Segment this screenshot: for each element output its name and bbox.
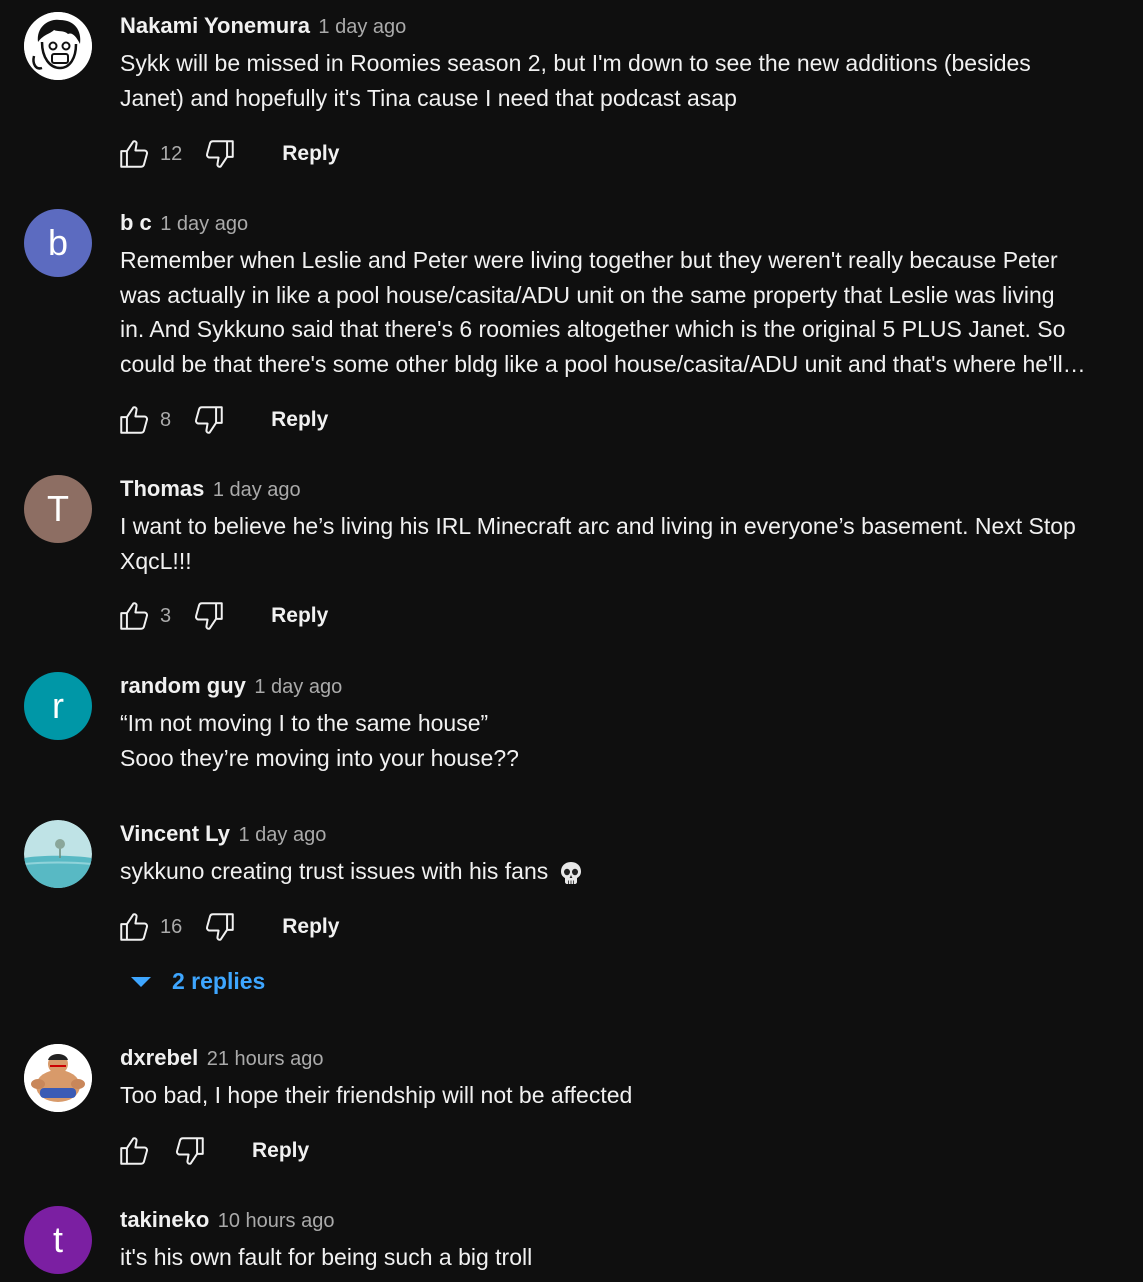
comment-text-line: Remember when Leslie and Peter were livi… xyxy=(120,247,1058,273)
thumbs-down-icon[interactable] xyxy=(202,909,238,945)
avatar[interactable]: T xyxy=(24,475,92,543)
avatar[interactable]: b xyxy=(24,209,92,277)
comment-text-line: XqcL!!! xyxy=(120,547,192,574)
comment-actions: 3 Reply xyxy=(116,596,328,636)
comment-text-line: Janet) and hopefully it's Tina cause I n… xyxy=(120,84,737,111)
comment-timestamp[interactable]: 1 day ago xyxy=(160,213,248,235)
reply-button[interactable]: Reply xyxy=(282,915,339,939)
avatar[interactable]: t xyxy=(24,1206,92,1274)
comment-author[interactable]: random guy xyxy=(120,673,246,698)
like-count: 3 xyxy=(160,604,172,627)
comment-timestamp[interactable]: 1 day ago xyxy=(239,824,327,846)
reply-button[interactable]: Reply xyxy=(271,604,328,628)
comment-text-line: Sykk will be missed in Roomies season 2,… xyxy=(120,50,1031,76)
comment-timestamp[interactable]: 10 hours ago xyxy=(218,1210,335,1232)
comment-actions: 8 Reply xyxy=(116,400,328,440)
skull-emoji-icon xyxy=(561,861,582,884)
thumbs-down-icon[interactable] xyxy=(191,402,227,438)
comment-text: sykkuno creating trust issues with his f… xyxy=(120,854,1125,889)
reply-button[interactable]: Reply xyxy=(271,408,328,432)
avatar-letter: b xyxy=(47,222,69,263)
comment-timestamp[interactable]: 1 day ago xyxy=(318,16,406,38)
thumbs-up-icon[interactable] xyxy=(116,598,152,634)
thumbs-up-icon[interactable] xyxy=(116,1133,152,1169)
comment-timestamp[interactable]: 1 day ago xyxy=(213,479,301,501)
comment-text-line: I want to believe he’s living his IRL Mi… xyxy=(120,513,1076,539)
avatar[interactable] xyxy=(24,1044,92,1112)
avatar-letter: r xyxy=(52,685,64,726)
like-count: 16 xyxy=(160,915,183,938)
comment-text-line: Sooo they’re moving into your house?? xyxy=(120,744,519,771)
reply-button[interactable]: Reply xyxy=(252,1139,309,1163)
comment-author[interactable]: Vincent Ly xyxy=(120,821,230,846)
comment-text-line: sykkuno creating trust issues with his f… xyxy=(120,854,1125,889)
avatar-letter: t xyxy=(52,1219,63,1260)
avatar-letter: T xyxy=(47,488,69,529)
comment-text: Remember when Leslie and Peter were livi… xyxy=(120,243,1125,381)
comment-author[interactable]: Nakami Yonemura xyxy=(120,13,310,38)
comment-text-content: sykkuno creating trust issues with his f… xyxy=(120,858,549,884)
replies-count-label: 2 replies xyxy=(172,968,266,994)
comment-author[interactable]: Thomas xyxy=(120,476,204,501)
comment-text-line: it's his own fault for being such a big … xyxy=(120,1244,533,1270)
comment-text: I want to believe he’s living his IRL Mi… xyxy=(120,509,1125,578)
like-count: 12 xyxy=(160,142,183,165)
avatar-drawing xyxy=(24,12,92,80)
comment-text-line: “Im not moving I to the same house” xyxy=(120,710,489,736)
avatar-drawing xyxy=(24,820,92,888)
thumbs-up-icon[interactable] xyxy=(116,402,152,438)
avatar[interactable] xyxy=(24,12,92,80)
comment-actions: 16 Reply xyxy=(116,907,339,947)
comment-author[interactable]: b c xyxy=(120,210,152,235)
avatar-drawing xyxy=(24,1044,92,1112)
caret-down-icon xyxy=(131,976,151,987)
show-replies-button[interactable]: 2 replies xyxy=(130,968,265,995)
comment-text: Sykk will be missed in Roomies season 2,… xyxy=(120,46,1125,115)
comment-text-line: was actually in like a pool house/casita… xyxy=(120,281,1055,308)
comment-text: “Im not moving I to the same house” Sooo… xyxy=(120,706,1125,775)
comment-text: it's his own fault for being such a big … xyxy=(120,1240,1125,1275)
like-count: 8 xyxy=(160,408,172,431)
thumbs-down-icon[interactable] xyxy=(172,1133,208,1169)
thumbs-down-icon[interactable] xyxy=(202,136,238,172)
avatar[interactable]: r xyxy=(24,672,92,740)
thumbs-up-icon[interactable] xyxy=(116,136,152,172)
comment-text-line: in. And Sykkuno said that there's 6 room… xyxy=(120,316,1066,342)
reply-button[interactable]: Reply xyxy=(282,142,339,166)
comment-timestamp[interactable]: 1 day ago xyxy=(254,676,342,698)
comment-text-line: could be that there's some other bldg li… xyxy=(120,350,1086,377)
comment-text: Too bad, I hope their friendship will no… xyxy=(120,1078,1125,1113)
thumbs-down-icon[interactable] xyxy=(191,598,227,634)
comment-text-line: Too bad, I hope their friendship will no… xyxy=(120,1082,633,1108)
comment-actions: 12 Reply xyxy=(116,134,339,174)
thumbs-up-icon[interactable] xyxy=(116,909,152,945)
avatar[interactable] xyxy=(24,820,92,888)
comment-author[interactable]: takineko xyxy=(120,1207,209,1232)
comment-actions: Reply xyxy=(116,1131,309,1171)
comment-timestamp[interactable]: 21 hours ago xyxy=(207,1048,324,1070)
comment-author[interactable]: dxrebel xyxy=(120,1045,198,1070)
